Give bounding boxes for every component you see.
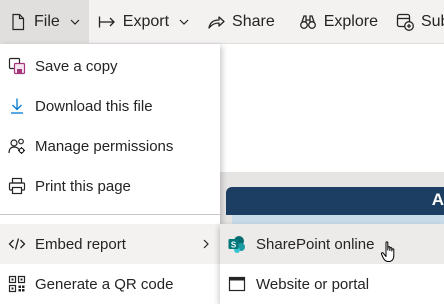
- chevron-down-icon: [179, 19, 189, 25]
- menu-item-save-a-copy[interactable]: Save a copy: [0, 46, 220, 86]
- share-icon: [208, 15, 225, 29]
- explore-button[interactable]: Explore: [290, 0, 387, 44]
- menu-item-label: Manage permissions: [35, 137, 174, 155]
- menu-item-embed-report[interactable]: Embed report: [0, 224, 220, 264]
- report-header-bar: [226, 187, 444, 215]
- menu-item-label: Embed report: [35, 235, 126, 253]
- subscribe-button[interactable]: Subs: [387, 0, 444, 44]
- submenu-item-website-or-portal[interactable]: Website or portal: [220, 264, 444, 304]
- hand-pointer-cursor-icon: [380, 241, 395, 262]
- share-label: Share: [232, 12, 275, 30]
- menu-item-manage-permissions[interactable]: Manage permissions: [0, 126, 220, 166]
- website-icon: [228, 276, 246, 292]
- chevron-down-icon: [70, 19, 80, 25]
- code-icon: [8, 238, 26, 250]
- subscribe-label: Subs: [420, 12, 444, 30]
- explore-label: Explore: [323, 12, 378, 30]
- menu-divider: [0, 214, 220, 215]
- binoculars-icon: [299, 14, 316, 29]
- export-arrow-icon: [98, 16, 115, 27]
- menu-item-label: Download this file: [35, 97, 153, 115]
- file-menu-label: File: [34, 12, 60, 30]
- export-label: Export: [122, 12, 170, 30]
- sharepoint-icon: S: [228, 236, 245, 253]
- file-dropdown-menu: Save a copy Download this file Manage pe…: [0, 44, 220, 304]
- embed-report-submenu: S SharePoint online Website or portal: [220, 224, 444, 304]
- qr-code-icon: [8, 275, 26, 293]
- powerbi-window: File Export Share Explore Su A Save a co…: [0, 0, 444, 304]
- download-icon: [11, 98, 23, 114]
- menu-item-label: Save a copy: [35, 57, 118, 75]
- save-copy-icon: [8, 57, 26, 75]
- menu-item-print-this-page[interactable]: Print this page: [0, 166, 220, 206]
- subscribe-icon: [396, 13, 414, 31]
- submenu-item-label: SharePoint online: [256, 235, 375, 253]
- file-menu-button[interactable]: File: [0, 0, 89, 44]
- document-icon: [12, 13, 25, 30]
- share-button[interactable]: Share: [198, 0, 284, 44]
- menu-item-label: Generate a QR code: [35, 275, 174, 293]
- printer-icon: [8, 177, 26, 195]
- submenu-item-label: Website or portal: [256, 275, 370, 293]
- chevron-right-icon: [203, 239, 209, 249]
- menu-item-label: Print this page: [35, 177, 131, 195]
- menu-item-download-this-file[interactable]: Download this file: [0, 86, 220, 126]
- export-button[interactable]: Export: [89, 0, 198, 44]
- report-header-text: A: [431, 190, 444, 209]
- menu-item-generate-qr-code[interactable]: Generate a QR code: [0, 264, 220, 304]
- submenu-item-sharepoint-online[interactable]: S SharePoint online: [220, 224, 444, 264]
- people-settings-icon: [8, 138, 25, 154]
- report-toolbar: File Export Share Explore Su: [0, 0, 444, 44]
- svg-text:S: S: [231, 240, 237, 249]
